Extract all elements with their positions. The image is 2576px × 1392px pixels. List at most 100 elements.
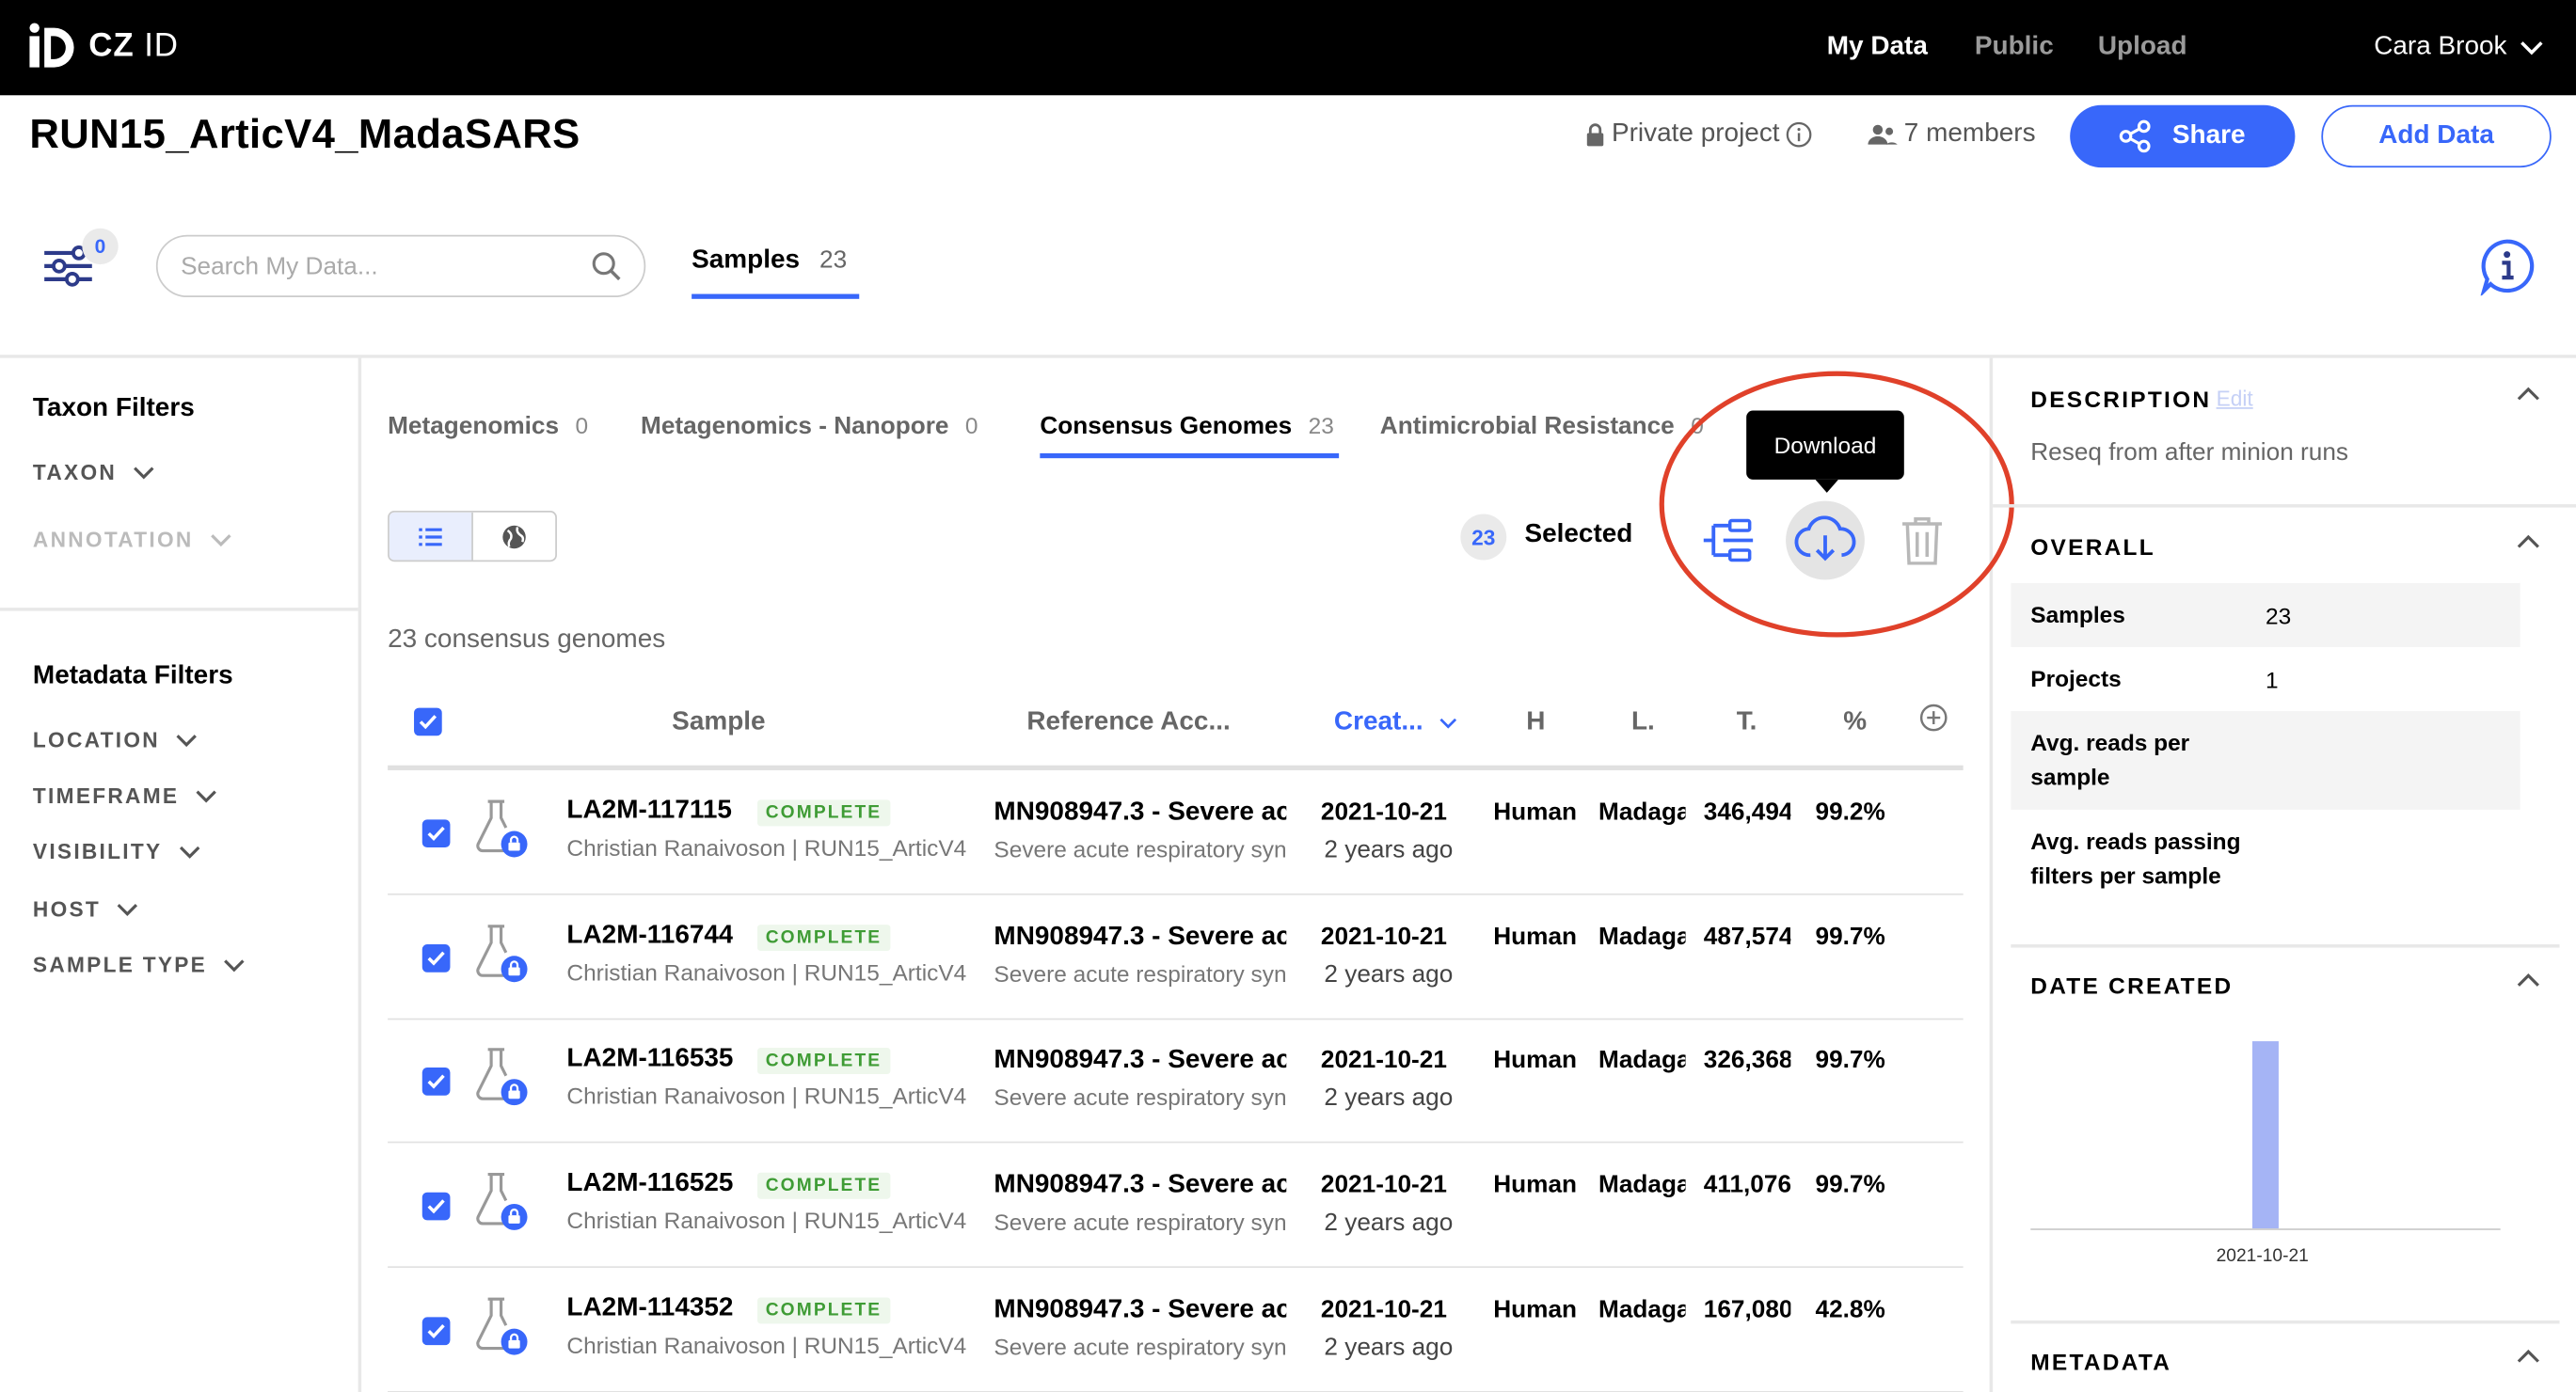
total-reads-value: 346,494: [1703, 798, 1791, 827]
timeframe-filter[interactable]: TIMEFRAME: [33, 783, 217, 808]
created-relative: 2 years ago: [1324, 959, 1454, 989]
row-checkbox[interactable]: [421, 1192, 451, 1221]
created-date: 2021-10-21: [1320, 1295, 1447, 1324]
table-view-button[interactable]: [389, 512, 473, 561]
stat-key: Samples: [2030, 601, 2125, 628]
reference-accession: MN908947.3 - Severe acute: [994, 1171, 1286, 1199]
reference-accession: MN908947.3 - Severe acute: [994, 1295, 1286, 1324]
column-header-sample[interactable]: Sample: [672, 708, 765, 737]
info-icon[interactable]: [1787, 121, 1813, 148]
tab-count: 0: [964, 412, 978, 439]
map-view-button[interactable]: [473, 513, 555, 561]
chevron-up-icon[interactable]: [2517, 386, 2539, 401]
add-column-icon[interactable]: [1919, 703, 1948, 732]
sample-type-filter-label: SAMPLE TYPE: [32, 952, 208, 977]
nav-public[interactable]: Public: [1975, 33, 2054, 62]
edit-description-link[interactable]: Edit: [2217, 386, 2253, 410]
tab-label: Antimicrobial Resistance: [1379, 412, 1675, 440]
members-indicator[interactable]: 7 members: [1868, 119, 2036, 149]
share-button[interactable]: Share: [2070, 104, 2296, 168]
check-icon: [427, 1199, 445, 1214]
search-icon[interactable]: [592, 251, 621, 281]
chevron-up-icon[interactable]: [2517, 1349, 2539, 1364]
table-row[interactable]: LA2M-117115 COMPLETE Christian Ranaivoson …: [388, 770, 1964, 895]
chevron-down-icon: [224, 958, 245, 972]
sample-name[interactable]: LA2M-116744: [566, 921, 733, 950]
stat-key: Avg. reads passing filters per sample: [2030, 828, 2241, 889]
reference-accession: MN908947.3 - Severe acute: [994, 1046, 1286, 1075]
table-row[interactable]: LA2M-116525 COMPLETE Christian Ranaivoson …: [388, 1143, 1964, 1269]
help-info-icon[interactable]: [2477, 236, 2536, 296]
overall-heading: OVERALL: [2030, 533, 2155, 561]
filter-count-badge: 0: [82, 228, 119, 265]
sample-name[interactable]: LA2M-114352: [566, 1294, 733, 1323]
sample-name[interactable]: LA2M-116535: [566, 1045, 733, 1074]
select-all-checkbox[interactable]: [414, 707, 442, 736]
sample-flask-icon: [476, 1048, 528, 1106]
column-header-coverage[interactable]: %: [1843, 708, 1867, 737]
column-header-created[interactable]: Creat...: [1334, 708, 1457, 737]
add-data-button[interactable]: Add Data: [2321, 104, 2552, 168]
chevron-down-icon: [179, 846, 199, 858]
tab-consensus-genomes[interactable]: Consensus Genomes 23: [1040, 412, 1334, 440]
column-header-host[interactable]: H: [1526, 708, 1545, 737]
row-checkbox[interactable]: [421, 1317, 451, 1345]
tab-label: Consensus Genomes: [1040, 412, 1293, 440]
reference-name: Severe acute respiratory syndrome: [994, 1333, 1287, 1360]
nav-my-data[interactable]: My Data: [1827, 33, 1928, 62]
stat-avg-reads-passing: Avg. reads passing filters per sample: [2011, 810, 2520, 909]
app-root: CZ ID My Data Public Upload Cara Brook R…: [0, 0, 2576, 1392]
visibility-filter[interactable]: VISIBILITY: [33, 839, 200, 863]
tab-metagenomics-nanopore[interactable]: Metagenomics - Nanopore 0: [641, 412, 978, 440]
total-reads-value: 487,574: [1703, 922, 1791, 951]
sample-type-filter[interactable]: SAMPLE TYPE: [33, 953, 245, 977]
host-filter[interactable]: HOST: [33, 896, 138, 922]
tab-samples[interactable]: Samples 23: [692, 246, 847, 276]
stat-key: Avg. reads per sample: [2030, 729, 2190, 790]
tab-metagenomics[interactable]: Metagenomics 0: [388, 412, 588, 440]
reference-accession: MN908947.3 - Severe acute: [994, 922, 1286, 951]
tab-active-underline: [1040, 452, 1340, 459]
lock-icon: [1586, 122, 1604, 146]
table-row[interactable]: LA2M-114352 COMPLETE Christian Ranaivoson …: [388, 1268, 1964, 1392]
stat-value: 1: [2265, 666, 2279, 693]
table-row[interactable]: LA2M-116535 COMPLETE Christian Ranaivoson …: [388, 1019, 1964, 1145]
column-header-reference[interactable]: Reference Acc...: [1026, 708, 1230, 737]
total-reads-value: 326,368: [1703, 1046, 1791, 1075]
chart-bar[interactable]: [2251, 1041, 2279, 1229]
table-row[interactable]: LA2M-116744 COMPLETE Christian Ranaivoson …: [388, 894, 1964, 1020]
chevron-down-icon: [2520, 40, 2543, 55]
search-input[interactable]: [181, 252, 592, 280]
chevron-up-icon[interactable]: [2517, 973, 2539, 988]
taxon-filter[interactable]: TAXON: [33, 460, 154, 484]
column-header-location[interactable]: L.: [1631, 708, 1655, 737]
row-checkbox[interactable]: [421, 943, 451, 973]
logo-text-bold: CZ: [88, 26, 135, 64]
created-relative: 2 years ago: [1324, 1333, 1454, 1362]
sample-name[interactable]: LA2M-117115: [566, 797, 732, 826]
user-menu[interactable]: Cara Brook: [2374, 33, 2543, 62]
location-value: Madagascar: [1598, 798, 1686, 827]
annotation-filter[interactable]: ANNOTATION: [33, 528, 231, 552]
metadata-filters-title: Metadata Filters: [32, 661, 233, 690]
location-filter[interactable]: LOCATION: [33, 728, 198, 752]
tab-antimicrobial-resistance[interactable]: Antimicrobial Resistance 0: [1380, 412, 1704, 440]
sample-owner-project: Christian Ranaivoson | RUN15_ArticV4: [566, 834, 967, 861]
chart-x-axis: [2030, 1228, 2501, 1230]
czid-logo[interactable]: CZ ID: [26, 20, 179, 72]
sample-flask-icon: [476, 1297, 528, 1355]
column-header-reads[interactable]: T.: [1737, 708, 1757, 737]
row-checkbox[interactable]: [421, 819, 451, 848]
tab-label: Metagenomics - Nanopore: [641, 412, 949, 440]
divider: [2011, 1320, 2560, 1324]
tab-count: 0: [575, 412, 589, 439]
list-icon: [419, 527, 442, 546]
nav-upload[interactable]: Upload: [2098, 33, 2187, 62]
row-checkbox[interactable]: [421, 1068, 451, 1097]
created-relative: 2 years ago: [1324, 1084, 1454, 1113]
stat-value: 23: [2265, 601, 2292, 628]
location-filter-label: LOCATION: [32, 727, 160, 752]
sample-owner-project: Christian Ranaivoson | RUN15_ArticV4: [566, 1083, 967, 1110]
sample-name[interactable]: LA2M-116525: [566, 1169, 733, 1198]
chevron-up-icon[interactable]: [2517, 534, 2539, 549]
